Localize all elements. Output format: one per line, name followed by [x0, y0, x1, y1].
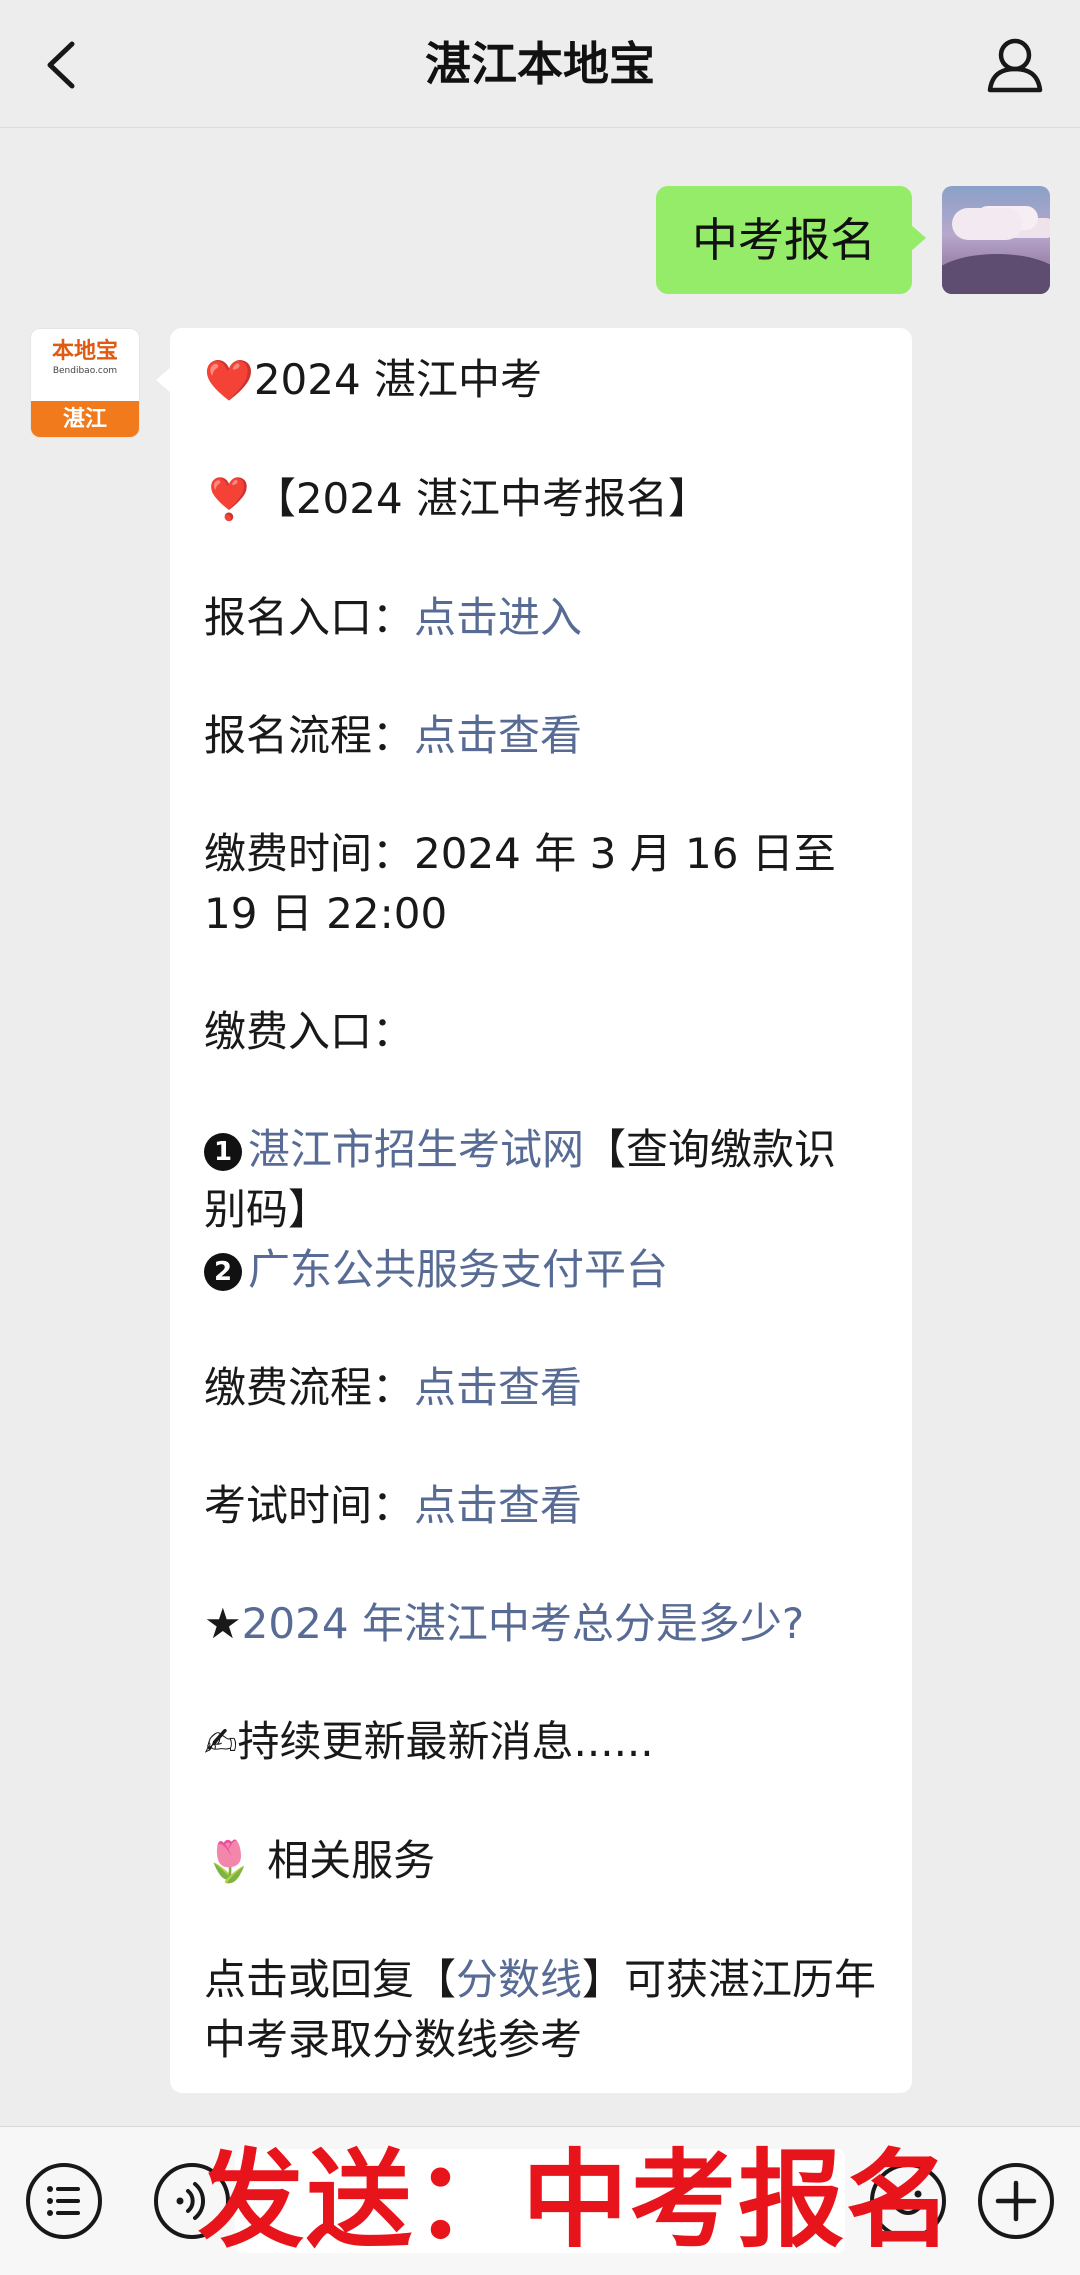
heart-exclamation-icon: ❣️ [204, 477, 254, 523]
fee-entry-item-2: 2 广东公共服务支付平台 [204, 1240, 878, 1300]
fee-flow-link[interactable]: 点击查看 [414, 1363, 582, 1412]
zhanjiang-exam-site-link[interactable]: 湛江市招生考试网 [248, 1125, 584, 1174]
score-line-link[interactable]: 分数线 [456, 1955, 582, 2004]
reply-bubble: ❤️2024 湛江中考 ❣️【2024 湛江中考报名】 报名入口：点击进入 报名… [156, 328, 912, 2093]
send-keyword-overlay: 发送：中考报名 [198, 2139, 954, 2262]
top-bar: 湛江本地宝 [0, 0, 1080, 128]
bot-logo-city: 湛江 [31, 401, 139, 437]
heart-icon: ❤️ [204, 358, 254, 404]
user-avatar[interactable] [942, 186, 1050, 294]
tail-row: 点击或回复【分数线】可获湛江历年中考录取分数线参考 [204, 1955, 877, 2064]
reg-flow-row: 报名流程：点击查看 [204, 711, 583, 760]
profile-icon[interactable] [980, 30, 1050, 100]
fee-time-text: 缴费时间：2024 年 3 月 16 日至 19 日 22:00 [204, 829, 836, 938]
exam-time-link[interactable]: 点击查看 [414, 1481, 582, 1530]
plus-icon[interactable] [978, 2163, 1054, 2239]
fee-entry-item-1: 1 湛江市招生考试网【查询缴款识别码】 [204, 1125, 837, 1234]
number-two-icon: 2 [204, 1253, 242, 1291]
score-row: ★2024 年湛江中考总分是多少? [204, 1594, 878, 1654]
reg-flow-link[interactable]: 点击查看 [414, 711, 582, 760]
menu-list-icon[interactable] [26, 2163, 102, 2239]
update-row: ✍持续更新最新消息...... [204, 1717, 654, 1766]
outgoing-bubble[interactable]: 中考报名 [656, 186, 926, 294]
reg-entry-row: 报名入口：点击进入 [204, 593, 583, 642]
reply-heading: ❤️2024 湛江中考 [204, 355, 543, 404]
fee-flow-row: 缴费流程：点击查看 [204, 1363, 583, 1412]
service-row: 🌷 相关服务 [204, 1836, 436, 1885]
guangdong-payment-link[interactable]: 广东公共服务支付平台 [248, 1245, 668, 1294]
star-icon: ★ [204, 1599, 242, 1648]
reg-entry-link[interactable]: 点击进入 [414, 593, 582, 642]
outgoing-message: 中考报名 [656, 186, 1050, 294]
fee-entry-label: 缴费入口： [204, 1007, 415, 1056]
bot-avatar[interactable]: 本地宝 Bendibao.com 湛江 [30, 328, 140, 438]
bot-logo-domain: Bendibao.com [52, 366, 118, 376]
number-one-icon: 1 [204, 1133, 242, 1171]
reply-section: ❣️【2024 湛江中考报名】 [204, 474, 711, 523]
total-score-link[interactable]: 2024 年湛江中考总分是多少? [242, 1599, 805, 1648]
chat-title: 湛江本地宝 [425, 37, 655, 91]
bot-logo-text: 本地宝 [51, 339, 118, 364]
tulip-icon: 🌷 [204, 1839, 254, 1885]
writing-hand-icon: ✍ [204, 1720, 238, 1766]
exam-time-row: 考试时间：点击查看 [204, 1481, 583, 1530]
